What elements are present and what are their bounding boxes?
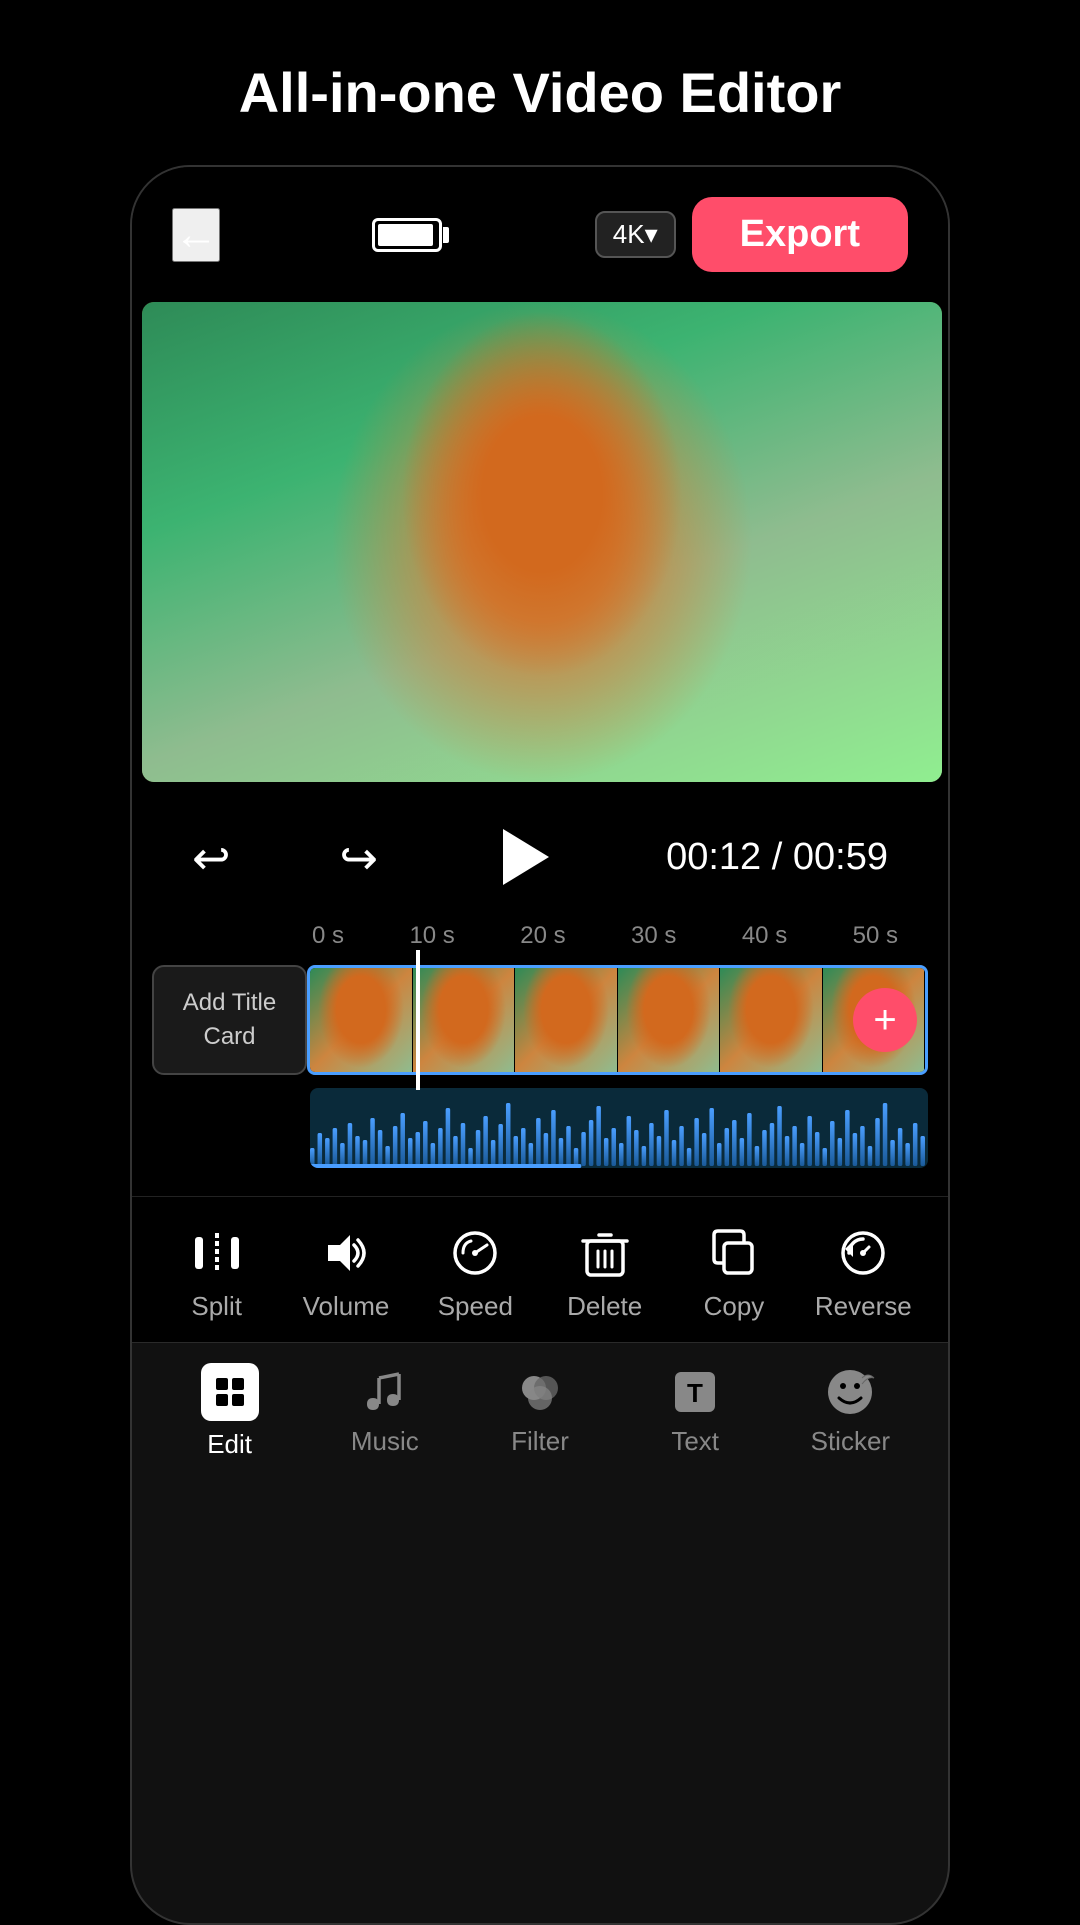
volume-icon xyxy=(320,1227,372,1279)
play-triangle-icon xyxy=(503,829,549,885)
header-right: 4K▾ Export xyxy=(595,197,908,272)
reverse-icon xyxy=(837,1227,889,1279)
timeline-ruler: 0 s 10 s 20 s 30 s 40 s 50 s xyxy=(152,922,928,960)
nav-item-sticker[interactable]: Sticker xyxy=(800,1366,900,1457)
quality-selector[interactable]: 4K▾ xyxy=(595,211,676,258)
video-preview xyxy=(132,292,950,792)
tool-reverse[interactable]: Reverse xyxy=(813,1227,913,1322)
video-track: Add Title Card + xyxy=(152,960,928,1080)
strip-frame-4 xyxy=(618,968,721,1072)
sticker-nav-label: Sticker xyxy=(811,1426,890,1457)
nav-item-edit[interactable]: Edit xyxy=(180,1363,280,1460)
sticker-nav-icon xyxy=(824,1366,876,1418)
redo-button[interactable] xyxy=(340,828,379,886)
speed-label: Speed xyxy=(438,1291,513,1322)
phone-header: ← 4K▾ Export xyxy=(132,167,948,292)
waveform-svg xyxy=(310,1088,928,1168)
page-title: All-in-one Video Editor xyxy=(0,0,1080,165)
time-display: 00:12 / 00:59 xyxy=(666,836,888,879)
copy-icon xyxy=(708,1227,760,1279)
strip-frame-5 xyxy=(720,968,823,1072)
add-title-card-button[interactable]: Add Title Card xyxy=(152,965,307,1075)
battery-indicator xyxy=(372,218,442,252)
edit-nav-icon xyxy=(201,1363,259,1421)
music-nav-label: Music xyxy=(351,1426,419,1457)
strip-frame-3 xyxy=(515,968,618,1072)
text-nav-label: Text xyxy=(671,1426,719,1457)
video-thumbnail xyxy=(142,302,942,782)
volume-label: Volume xyxy=(303,1291,390,1322)
audio-waveform-track xyxy=(310,1088,928,1168)
tool-volume[interactable]: Volume xyxy=(296,1227,396,1322)
undo-button[interactable] xyxy=(192,828,231,886)
tool-delete[interactable]: Delete xyxy=(555,1227,655,1322)
nav-item-text[interactable]: T Text xyxy=(645,1366,745,1457)
video-strip[interactable]: + xyxy=(307,965,928,1075)
split-label: Split xyxy=(191,1291,242,1322)
tool-split[interactable]: Split xyxy=(167,1227,267,1322)
timeline-container: 0 s 10 s 20 s 30 s 40 s 50 s Add Title C… xyxy=(132,922,948,1196)
delete-icon xyxy=(579,1227,631,1279)
playback-controls: 00:12 / 00:59 xyxy=(132,792,948,922)
nav-item-music[interactable]: Music xyxy=(335,1366,435,1457)
svg-text:T: T xyxy=(687,1378,703,1408)
delete-label: Delete xyxy=(567,1291,642,1322)
strip-frame-1 xyxy=(310,968,413,1072)
filter-nav-icon xyxy=(514,1366,566,1418)
nav-item-filter[interactable]: Filter xyxy=(490,1366,590,1457)
filter-nav-label: Filter xyxy=(511,1426,569,1457)
export-button[interactable]: Export xyxy=(692,197,908,272)
reverse-label: Reverse xyxy=(815,1291,912,1322)
edit-nav-label: Edit xyxy=(207,1429,252,1460)
strip-frame-2 xyxy=(413,968,516,1072)
phone-shell: ← 4K▾ Export 00:12 / 00:59 0 s 10 s 20 s xyxy=(130,165,950,1925)
text-nav-icon: T xyxy=(669,1366,721,1418)
tool-speed[interactable]: Speed xyxy=(425,1227,525,1322)
add-clip-button[interactable]: + xyxy=(853,988,917,1052)
play-pause-button[interactable] xyxy=(487,822,557,892)
edit-toolbar: Split Volume Speed xyxy=(132,1196,948,1342)
speed-icon xyxy=(449,1227,501,1279)
tool-copy[interactable]: Copy xyxy=(684,1227,784,1322)
split-icon xyxy=(191,1227,243,1279)
bottom-nav: Edit Music Filter T xyxy=(132,1342,948,1500)
copy-label: Copy xyxy=(704,1291,765,1322)
playhead xyxy=(416,950,420,1090)
back-button[interactable]: ← xyxy=(172,208,220,262)
music-nav-icon xyxy=(359,1366,411,1418)
